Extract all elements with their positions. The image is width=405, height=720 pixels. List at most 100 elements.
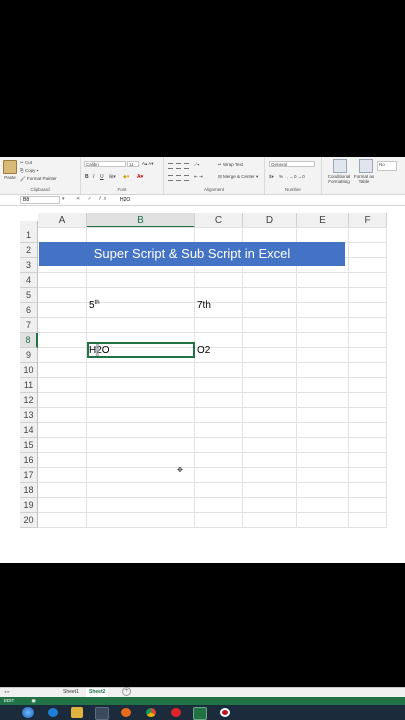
tab-scroll-arrows-icon[interactable]: ◂ ▸ <box>4 689 10 695</box>
column-gridline <box>86 228 87 528</box>
row-header-7[interactable]: 7 <box>20 318 38 333</box>
column-header-a[interactable]: A <box>38 213 87 228</box>
row-header-11[interactable]: 11 <box>20 378 38 393</box>
conditional-formatting-button[interactable]: Conditional Formatting <box>324 174 354 184</box>
screen-recorder-icon[interactable] <box>220 708 230 717</box>
tab-sheet1[interactable]: Sheet1 <box>60 688 82 697</box>
row-header-8[interactable]: 8 <box>20 333 38 348</box>
row-header-19[interactable]: 19 <box>20 498 38 513</box>
align-middle-icon[interactable] <box>176 163 181 169</box>
firefox-icon[interactable] <box>121 708 131 717</box>
row-header-17[interactable]: 17 <box>20 468 38 483</box>
row-gridline <box>38 317 387 318</box>
align-center-icon[interactable] <box>176 175 181 181</box>
paste-label: Paste <box>4 175 16 180</box>
formula-input[interactable]: H2O <box>120 196 130 204</box>
align-bottom-icon[interactable] <box>184 163 189 169</box>
column-header-d[interactable]: D <box>243 213 297 228</box>
grow-font-button[interactable]: A▴ A▾ <box>142 161 154 167</box>
format-as-table-button[interactable]: Format as Table <box>353 174 375 184</box>
internet-explorer-icon[interactable] <box>48 708 58 717</box>
indent-icon[interactable]: ⇤ ⇥ <box>194 174 203 180</box>
cell-style-normal[interactable]: No <box>377 161 397 171</box>
fx-icon[interactable]: fx <box>99 196 109 202</box>
cell-c5[interactable]: 7th <box>197 298 211 313</box>
underline-button[interactable]: U <box>100 174 104 180</box>
row-header-6[interactable]: 6 <box>20 303 38 318</box>
cut-button[interactable]: ✂ Cut <box>20 160 32 166</box>
row-header-18[interactable]: 18 <box>20 483 38 498</box>
active-cell-border <box>87 342 195 358</box>
row-header-5[interactable]: 5 <box>20 288 38 303</box>
number-format-select[interactable]: General <box>269 161 315 167</box>
italic-button[interactable]: I <box>93 174 94 180</box>
opera-icon[interactable] <box>171 708 181 717</box>
row-gridline <box>38 437 387 438</box>
column-header-c[interactable]: C <box>195 213 243 228</box>
currency-label: $ <box>269 174 272 179</box>
wrap-text-button[interactable]: ↵ Wrap Text <box>218 162 243 168</box>
merge-center-button[interactable]: ⊟ Merge & Center ▾ <box>218 174 258 180</box>
column-header-f[interactable]: F <box>349 213 387 228</box>
row-header-10[interactable]: 10 <box>20 363 38 378</box>
borders-icon[interactable]: ⊞▾ <box>109 174 116 180</box>
name-box-dropdown-icon[interactable]: ▾ <box>62 196 65 202</box>
start-button-icon[interactable] <box>22 707 34 718</box>
row-header-13[interactable]: 13 <box>20 408 38 423</box>
cell-b5[interactable]: 5th <box>89 298 100 313</box>
cell-b5-base: 5 <box>89 300 95 311</box>
paste-button[interactable]: Paste <box>2 160 18 182</box>
font-size-select[interactable]: 11 <box>127 161 139 167</box>
row-gridline <box>38 512 387 513</box>
media-player-icon[interactable] <box>95 707 109 720</box>
align-right-icon[interactable] <box>184 175 189 181</box>
copy-button[interactable]: ⎘ Copy ▾ <box>20 168 39 173</box>
column-gridline <box>386 228 387 528</box>
orientation-icon[interactable]: ⟋▾ <box>194 162 199 167</box>
copy-label: Copy <box>24 168 36 173</box>
row-header-15[interactable]: 15 <box>20 438 38 453</box>
percent-button[interactable]: % <box>279 174 283 179</box>
confirm-icon[interactable]: ✓ <box>88 196 95 202</box>
conditional-formatting-icon[interactable] <box>333 159 347 173</box>
add-sheet-button[interactable]: + <box>122 687 131 696</box>
row-header-20[interactable]: 20 <box>20 513 38 528</box>
column-header-e[interactable]: E <box>297 213 349 228</box>
row-header-2[interactable]: 2 <box>20 243 38 258</box>
row-gridline <box>38 422 387 423</box>
comma-icon[interactable]: , ←0 →0 <box>287 174 305 179</box>
file-explorer-icon[interactable] <box>71 707 83 718</box>
cell-c8[interactable]: O2 <box>197 343 210 358</box>
chrome-icon[interactable] <box>146 708 156 717</box>
fill-color-icon[interactable]: ◆▾ <box>123 174 129 180</box>
format-as-table-icon[interactable] <box>359 159 373 173</box>
name-box[interactable]: B8 <box>20 196 60 204</box>
row-gridline <box>38 287 387 288</box>
font-color-label: A <box>137 174 141 180</box>
row-gridline <box>38 362 387 363</box>
font-group-label: Font <box>117 187 127 192</box>
cancel-icon[interactable]: ✕ <box>76 196 83 202</box>
row-header-4[interactable]: 4 <box>20 273 38 288</box>
row-header-1[interactable]: 1 <box>20 228 38 243</box>
column-header-b[interactable]: B <box>87 213 195 228</box>
excel-taskbar-icon[interactable] <box>193 707 207 720</box>
macro-record-icon[interactable]: ▣ <box>31 698 35 703</box>
font-name-select[interactable]: Calibri <box>84 161 126 167</box>
status-bar: EDIT ▣ <box>0 697 405 705</box>
row-header-9[interactable]: 9 <box>20 348 38 363</box>
row-gridline <box>38 467 387 468</box>
align-top-icon[interactable] <box>168 163 173 169</box>
row-header-3[interactable]: 3 <box>20 258 38 273</box>
currency-button[interactable]: $▾ <box>269 174 274 180</box>
row-header-12[interactable]: 12 <box>20 393 38 408</box>
column-gridline <box>348 228 349 528</box>
title-banner[interactable]: Super Script & Sub Script in Excel <box>39 242 345 266</box>
align-left-icon[interactable] <box>168 175 173 181</box>
row-header-14[interactable]: 14 <box>20 423 38 438</box>
row-header-16[interactable]: 16 <box>20 453 38 468</box>
cell-b5-superscript: th <box>94 300 100 306</box>
format-painter-button[interactable]: 🖌 Format Painter <box>20 176 57 182</box>
font-color-button[interactable]: A▾ <box>137 174 143 180</box>
bold-button[interactable]: B <box>85 174 89 180</box>
